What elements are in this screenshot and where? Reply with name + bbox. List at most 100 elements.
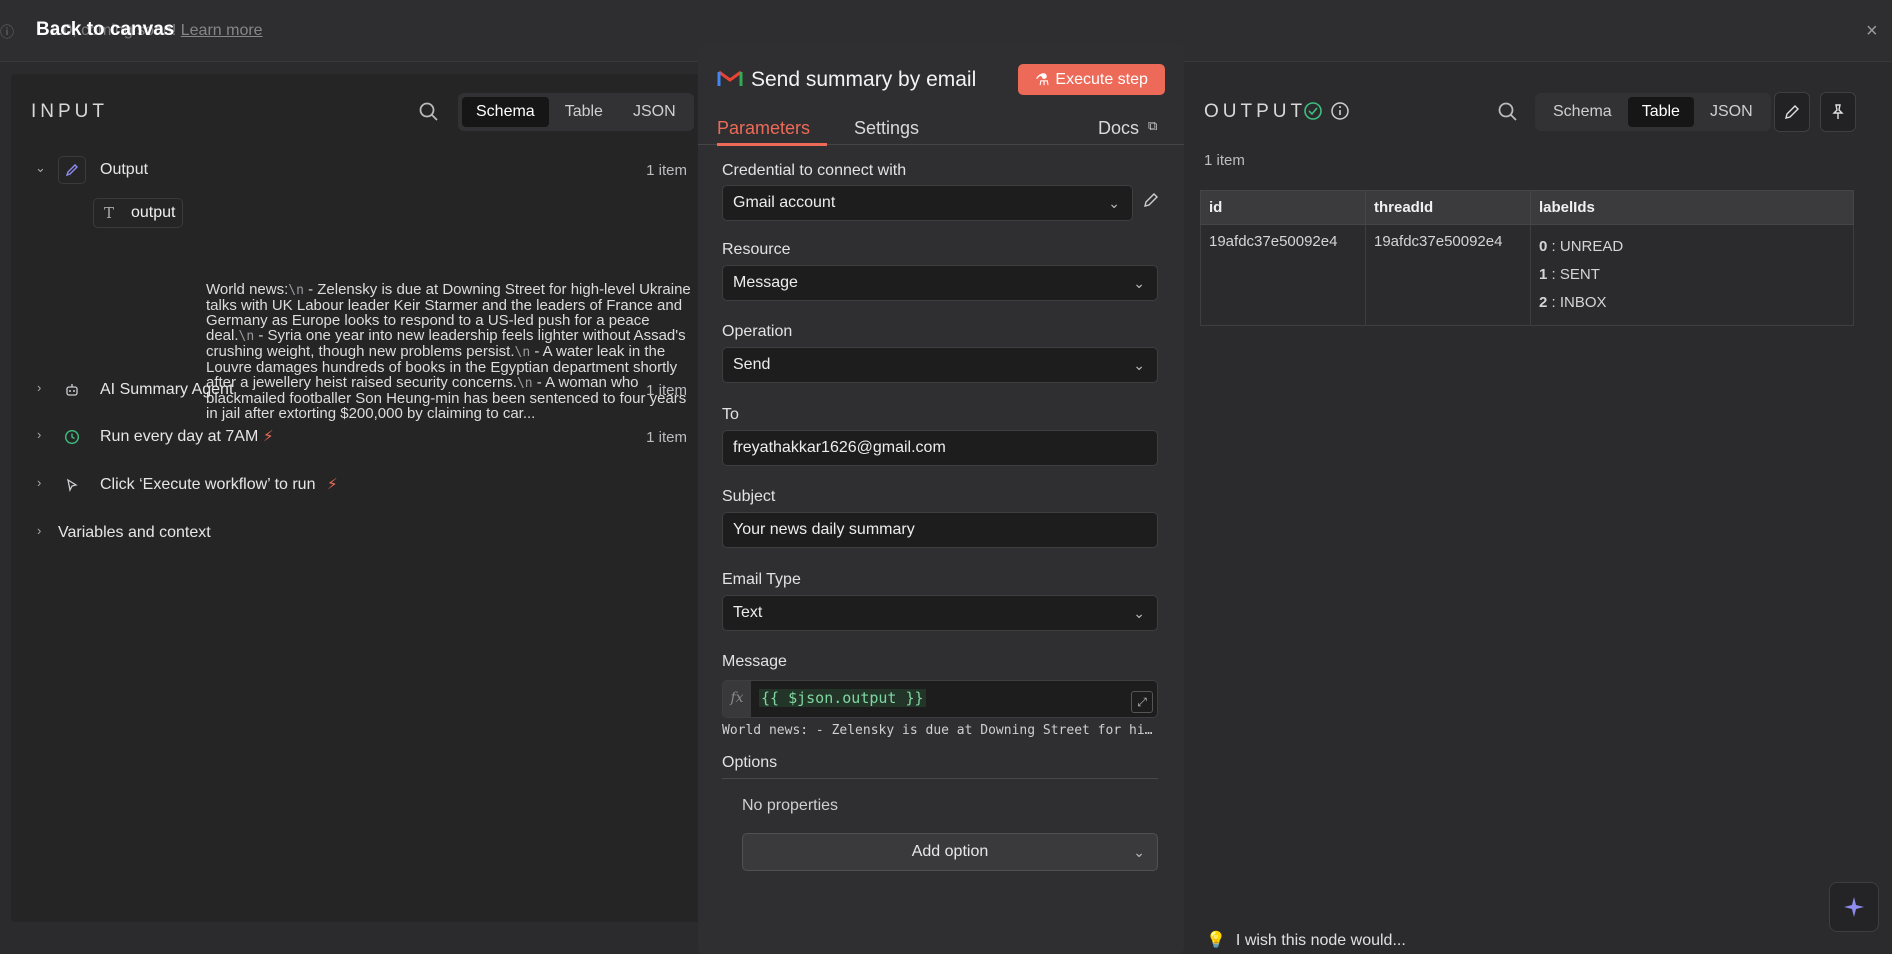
robot-icon	[58, 376, 86, 404]
label-index: 1	[1539, 266, 1548, 283]
chevron-down-icon[interactable]: ⌄	[35, 160, 46, 176]
newline-escape: \n	[288, 283, 304, 298]
label-index: 2	[1539, 294, 1548, 311]
to-label: To	[722, 406, 739, 423]
message-expression-input[interactable]: fx {{ $json.output }} ⤢	[722, 680, 1158, 718]
tab-schema[interactable]: Schema	[1539, 97, 1626, 127]
label-ids-cell: 0 : UNREAD 1 : SENT 2 : INBOX	[1530, 224, 1854, 326]
output-view-tabs: Schema Table JSON	[1535, 93, 1771, 131]
email-type-select[interactable]: Text ⌄	[722, 595, 1158, 631]
learn-more-link[interactable]: Learn more	[181, 22, 263, 39]
row-count: 1 item	[646, 429, 687, 446]
options-label: Options	[722, 754, 778, 771]
options-divider	[722, 778, 1158, 779]
pencil-icon	[58, 156, 86, 184]
input-row-output[interactable]: ⌄ Output 1 item	[11, 154, 699, 186]
lightbulb-icon: 💡	[1206, 932, 1226, 949]
docs-link[interactable]: Docs	[1098, 118, 1139, 139]
chevron-down-icon: ⌄	[1133, 844, 1145, 860]
tab-json[interactable]: JSON	[619, 97, 690, 127]
credential-select[interactable]: Gmail account ⌄	[722, 185, 1133, 221]
tab-parameters[interactable]: Parameters	[717, 118, 810, 139]
input-row-manual-trigger[interactable]: › Click ‘Execute workflow’ to run ⚡	[11, 469, 699, 501]
text-type-icon: T	[104, 204, 115, 222]
search-icon[interactable]	[418, 101, 440, 128]
credential-label: Credential to connect with	[722, 162, 907, 179]
output-field-pill[interactable]: T output	[93, 198, 183, 228]
operation-value: Send	[733, 356, 771, 373]
input-view-tabs: Schema Table JSON	[458, 93, 694, 131]
column-header: labelIds	[1530, 190, 1854, 225]
tab-json[interactable]: JSON	[1696, 97, 1767, 127]
email-type-value: Text	[733, 604, 763, 621]
chevron-right-icon[interactable]: ›	[37, 427, 41, 442]
input-row-ai-summary-agent[interactable]: › AI Summary Agent 1 item	[11, 374, 699, 406]
tab-table[interactable]: Table	[1627, 97, 1694, 127]
chevron-right-icon[interactable]: ›	[37, 523, 41, 538]
chevron-down-icon: ⌄	[1108, 195, 1120, 211]
flask-icon: ⚗	[1035, 71, 1050, 89]
clock-icon	[58, 423, 86, 451]
label-entry: 0 : UNREAD	[1539, 238, 1624, 255]
input-row-variables[interactable]: › Variables and context	[11, 517, 699, 549]
resource-label: Resource	[722, 241, 791, 258]
pin-icon	[1832, 104, 1844, 119]
message-label: Message	[722, 653, 787, 670]
chevron-right-icon[interactable]: ›	[37, 380, 41, 395]
output-panel: OUTPUT Schema Table JSON 1 item id threa…	[1184, 74, 1870, 922]
message-expression[interactable]: {{ $json.output }}	[759, 689, 926, 707]
tab-schema[interactable]: Schema	[462, 97, 549, 127]
row-label: Run every day at 7AM	[100, 428, 259, 445]
row-label: Output	[100, 161, 149, 178]
credential-value: Gmail account	[733, 194, 836, 211]
pin-data-button[interactable]	[1820, 92, 1856, 132]
gmail-icon	[717, 68, 743, 93]
to-input[interactable]: freyathakkar1626@gmail.com	[722, 430, 1158, 466]
row-count: 1 item	[646, 382, 687, 399]
message-preview: World news: - Zelensky is due at Downing…	[722, 723, 1158, 738]
search-icon[interactable]	[1497, 101, 1519, 128]
output-title: OUTPUT	[1204, 101, 1307, 122]
expand-editor-icon[interactable]: ⤢	[1131, 691, 1153, 713]
sparkle-icon	[1844, 897, 1864, 917]
label-entry: 2 : INBOX	[1539, 294, 1607, 311]
add-option-button[interactable]: Add option ⌄	[742, 833, 1158, 871]
info-icon[interactable]	[1330, 101, 1350, 126]
operation-label: Operation	[722, 323, 793, 340]
back-to-canvas-button[interactable]: Back to canvas	[36, 19, 174, 41]
newline-escape: \n	[238, 329, 255, 344]
resource-select[interactable]: Message ⌄	[722, 265, 1158, 301]
operation-select[interactable]: Send ⌄	[722, 347, 1158, 383]
ai-assistant-button[interactable]	[1829, 882, 1879, 932]
label-value: UNREAD	[1559, 238, 1624, 255]
label-index: 0	[1539, 238, 1548, 255]
node-settings-panel: Send summary by email ⚗ Execute step Para…	[698, 44, 1184, 954]
subject-value: Your news daily summary	[733, 521, 915, 538]
node-title[interactable]: Send summary by email	[751, 68, 976, 92]
table-cell: 19afdc37e50092e4	[1365, 224, 1531, 326]
table-row: 19afdc37e50092e4 19afdc37e50092e4 0 : UN…	[1200, 224, 1854, 326]
close-icon[interactable]: ×	[1866, 20, 1878, 43]
external-link-icon[interactable]: ⧉	[1148, 118, 1157, 134]
resource-value: Message	[733, 274, 798, 291]
tab-settings[interactable]: Settings	[854, 118, 919, 139]
item-count: 1 item	[1204, 152, 1245, 169]
chevron-right-icon[interactable]: ›	[37, 475, 41, 490]
edit-output-button[interactable]	[1774, 92, 1810, 132]
subject-input[interactable]: Your news daily summary	[722, 512, 1158, 548]
row-label: Variables and context	[58, 524, 211, 541]
column-header: id	[1200, 190, 1366, 225]
add-option-label: Add option	[911, 843, 989, 860]
chevron-down-icon: ⌄	[1133, 605, 1145, 621]
feedback-prompt[interactable]: 💡 I wish this node would...	[1206, 930, 1406, 950]
info-icon: ⓘ	[0, 24, 14, 40]
execute-step-button[interactable]: ⚗ Execute step	[1018, 64, 1165, 95]
tab-table[interactable]: Table	[551, 97, 617, 127]
subject-label: Subject	[722, 488, 776, 505]
edit-credential-icon[interactable]	[1142, 191, 1160, 214]
active-tab-underline	[717, 143, 827, 146]
pencil-icon	[1785, 105, 1799, 119]
input-panel: INPUT Schema Table JSON ⌄ Output 1 item …	[11, 74, 699, 922]
column-header: threadId	[1365, 190, 1531, 225]
input-row-schedule-trigger[interactable]: › Run every day at 7AM ⚡ 1 item	[11, 421, 699, 453]
